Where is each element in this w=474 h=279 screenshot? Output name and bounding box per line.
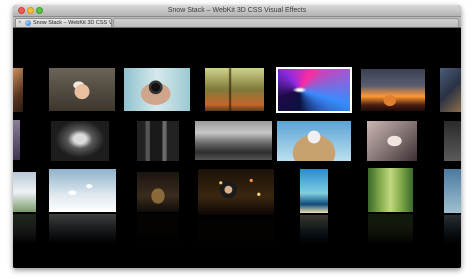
- photo-thumbnail[interactable]: [137, 121, 179, 161]
- photo-reflection: [137, 214, 179, 244]
- photo-thumbnail[interactable]: [444, 169, 461, 213]
- photo-thumbnail[interactable]: [49, 169, 116, 212]
- photo-thumbnail[interactable]: [124, 68, 190, 111]
- tab-close-icon[interactable]: ×: [18, 19, 22, 27]
- tab-bar-empty-area[interactable]: [113, 18, 459, 27]
- photo-reflection: [368, 214, 413, 244]
- photo-thumbnail[interactable]: [51, 121, 109, 161]
- tab-snow-stack[interactable]: × Snow Stack – WebKit 3D CSS Visu...: [15, 18, 112, 27]
- tab-bar: × Snow Stack – WebKit 3D CSS Visu...: [13, 17, 461, 28]
- photo-thumbnail[interactable]: [13, 172, 36, 212]
- photo-thumbnail[interactable]: [277, 121, 351, 161]
- photo-thumbnail[interactable]: [137, 172, 179, 212]
- safari-compass-icon: [25, 20, 31, 26]
- photo-thumbnail[interactable]: [198, 169, 274, 215]
- photo-thumbnail[interactable]: [444, 121, 461, 161]
- tab-label: Snow Stack – WebKit 3D CSS Visu...: [33, 20, 112, 26]
- photo-thumbnail[interactable]: [13, 68, 23, 112]
- browser-window: Snow Stack – WebKit 3D CSS Visual Effect…: [13, 5, 461, 268]
- photo-reflection: [444, 215, 461, 245]
- window-title: Snow Stack – WebKit 3D CSS Visual Effect…: [167, 7, 307, 14]
- photo-reflection: [49, 214, 116, 244]
- photo-thumbnail[interactable]: [49, 68, 115, 111]
- photo-reflection: [300, 215, 328, 245]
- title-bar[interactable]: Snow Stack – WebKit 3D CSS Visual Effect…: [13, 5, 461, 17]
- photo-reflection: [13, 214, 36, 244]
- photo-thumbnail[interactable]: [195, 121, 272, 160]
- photo-thumbnail[interactable]: [440, 68, 461, 112]
- photo-thumbnail[interactable]: [367, 121, 417, 161]
- photo-thumbnail[interactable]: [368, 168, 413, 212]
- photo-thumbnail[interactable]: [300, 169, 328, 213]
- photo-reflection: [198, 217, 274, 247]
- photo-thumbnail[interactable]: [361, 69, 425, 111]
- photo-thumbnail[interactable]: [13, 120, 20, 160]
- photo-wall: [13, 28, 461, 268]
- photo-thumbnail-selected[interactable]: [276, 67, 352, 113]
- photo-thumbnail[interactable]: [205, 68, 264, 111]
